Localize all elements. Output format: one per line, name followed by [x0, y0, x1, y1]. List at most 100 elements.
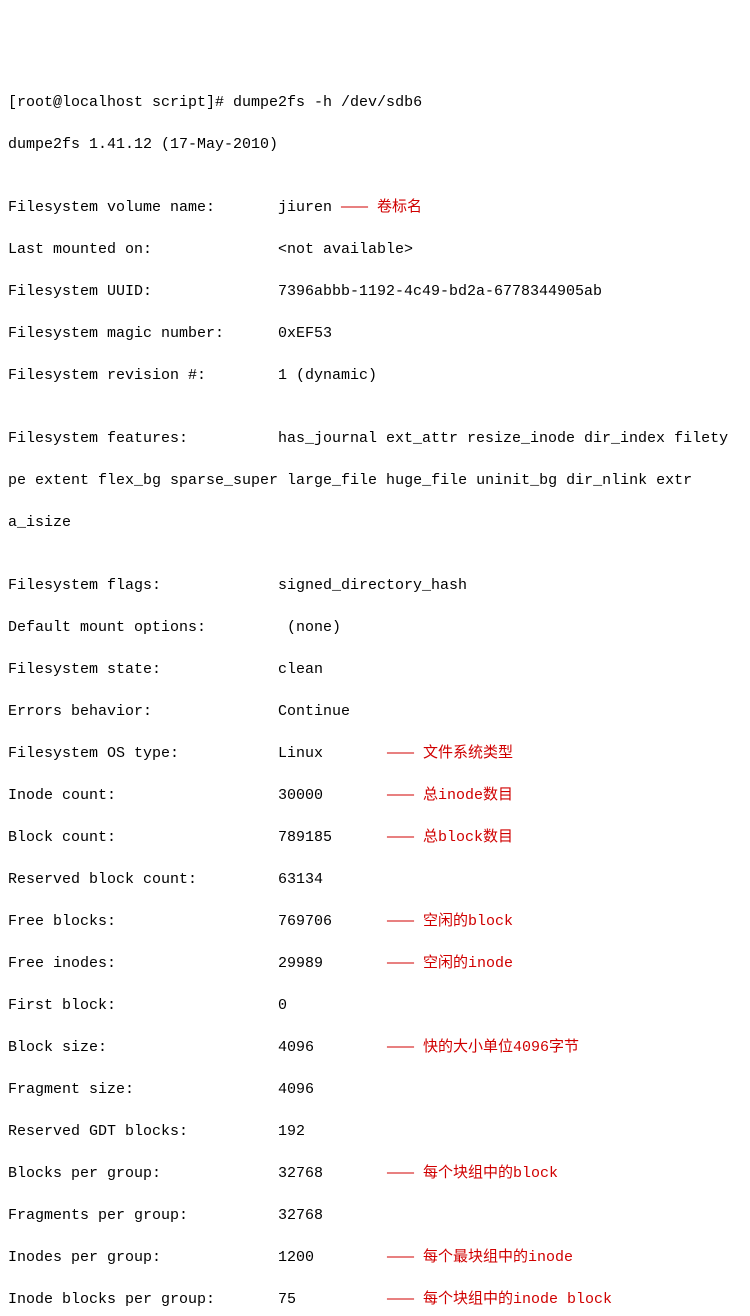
field-value: signed_directory_hash — [278, 577, 467, 594]
field-value: 0 — [278, 997, 287, 1014]
version-line: dumpe2fs 1.41.12 (17-May-2010) — [8, 134, 742, 155]
errors-behavior-row: Errors behavior:Continue — [8, 701, 742, 722]
annotation-dash: ——— — [378, 1165, 423, 1182]
annotation-text: 总inode数目 — [423, 787, 513, 804]
field-label: Fragment size: — [8, 1079, 278, 1100]
field-value: 32768 — [278, 1207, 323, 1224]
field-value: 192 — [278, 1123, 305, 1140]
terminal-prompt-line: [root@localhost script]# dumpe2fs -h /de… — [8, 92, 742, 113]
annotation-dash: ——— — [378, 829, 423, 846]
annotation-text: 总block数目 — [423, 829, 513, 846]
block-size-row: Block size:4096 ——— 快的大小单位4096字节 — [8, 1037, 742, 1058]
field-label: Fragments per group: — [8, 1205, 278, 1226]
annotation-dash: ——— — [378, 787, 423, 804]
field-label: Inode count: — [8, 785, 278, 806]
field-value: Continue — [278, 703, 350, 720]
field-label: Inode blocks per group: — [8, 1289, 278, 1310]
field-value: 1200 — [278, 1247, 378, 1268]
field-label: Filesystem flags: — [8, 575, 278, 596]
field-value: 7396abbb-1192-4c49-bd2a-6778344905ab — [278, 283, 602, 300]
annotation-dash: ——— — [378, 955, 423, 972]
field-label: Block size: — [8, 1037, 278, 1058]
block-count-row: Block count:789185 ——— 总block数目 — [8, 827, 742, 848]
first-block-row: First block:0 — [8, 995, 742, 1016]
annotation-text: 快的大小单位4096字节 — [423, 1039, 579, 1056]
annotation-text: 每个块组中的inode block — [423, 1291, 612, 1308]
annotation-dash: ——— — [378, 1249, 423, 1266]
field-label: Filesystem UUID: — [8, 281, 278, 302]
fs-features-row3: a_isize — [8, 512, 742, 533]
field-label: Inodes per group: — [8, 1247, 278, 1268]
fs-os-type-row: Filesystem OS type:Linux ——— 文件系统类型 — [8, 743, 742, 764]
field-value: jiuren — [278, 199, 332, 216]
field-label: Filesystem magic number: — [8, 323, 278, 344]
default-mount-row: Default mount options: (none) — [8, 617, 742, 638]
field-value: 30000 — [278, 785, 378, 806]
last-mounted-row: Last mounted on:<not available> — [8, 239, 742, 260]
annotation-dash: ——— — [378, 1039, 423, 1056]
field-label: Filesystem revision #: — [8, 365, 278, 386]
field-label: Default mount options: — [8, 617, 278, 638]
field-value: 4096 — [278, 1037, 378, 1058]
field-value: has_journal ext_attr resize_inode dir_in… — [278, 430, 728, 447]
field-label: Errors behavior: — [8, 701, 278, 722]
field-label: Filesystem OS type: — [8, 743, 278, 764]
field-value: (none) — [278, 619, 341, 636]
fs-features-row2: pe extent flex_bg sparse_super large_fil… — [8, 470, 742, 491]
field-value: Linux — [278, 743, 378, 764]
field-label: Filesystem features: — [8, 428, 278, 449]
free-blocks-row: Free blocks:769706 ——— 空闲的block — [8, 911, 742, 932]
fragments-per-group-row: Fragments per group:32768 — [8, 1205, 742, 1226]
reserved-gdt-row: Reserved GDT blocks:192 — [8, 1121, 742, 1142]
field-label: Free inodes: — [8, 953, 278, 974]
field-value: clean — [278, 661, 323, 678]
inodes-per-group-row: Inodes per group:1200 ——— 每个最块组中的inode — [8, 1247, 742, 1268]
annotation-dash: ——— — [378, 1291, 423, 1308]
field-label: Block count: — [8, 827, 278, 848]
version-text: dumpe2fs 1.41.12 (17-May-2010) — [8, 136, 278, 153]
field-label: First block: — [8, 995, 278, 1016]
field-value: 32768 — [278, 1163, 378, 1184]
annotation-text: 卷标名 — [377, 199, 422, 216]
annotation-text: 文件系统类型 — [423, 745, 513, 762]
field-value: 0xEF53 — [278, 325, 332, 342]
field-label: Last mounted on: — [8, 239, 278, 260]
field-value: <not available> — [278, 241, 413, 258]
field-label: Blocks per group: — [8, 1163, 278, 1184]
field-label: Reserved block count: — [8, 869, 278, 890]
field-label: Free blocks: — [8, 911, 278, 932]
field-value: 63134 — [278, 871, 323, 888]
annotation-dash: ——— — [332, 199, 377, 216]
field-value: 769706 — [278, 911, 378, 932]
field-value-cont: a_isize — [8, 514, 71, 531]
field-label: Reserved GDT blocks: — [8, 1121, 278, 1142]
terminal-prompt: [root@localhost script]# dumpe2fs -h /de… — [8, 94, 422, 111]
field-value-cont: pe extent flex_bg sparse_super large_fil… — [8, 472, 692, 489]
annotation-dash: ——— — [378, 745, 423, 762]
reserved-block-row: Reserved block count:63134 — [8, 869, 742, 890]
field-label: Filesystem volume name: — [8, 197, 278, 218]
fs-volume-row: Filesystem volume name:jiuren ——— 卷标名 — [8, 197, 742, 218]
inode-count-row: Inode count:30000 ——— 总inode数目 — [8, 785, 742, 806]
field-value: 1 (dynamic) — [278, 367, 377, 384]
fs-revision-row: Filesystem revision #:1 (dynamic) — [8, 365, 742, 386]
fs-magic-row: Filesystem magic number:0xEF53 — [8, 323, 742, 344]
annotation-text: 每个块组中的block — [423, 1165, 558, 1182]
field-label: Filesystem state: — [8, 659, 278, 680]
free-inodes-row: Free inodes:29989 ——— 空闲的inode — [8, 953, 742, 974]
field-value: 4096 — [278, 1081, 314, 1098]
annotation-text: 空闲的block — [423, 913, 513, 930]
blocks-per-group-row: Blocks per group:32768 ——— 每个块组中的block — [8, 1163, 742, 1184]
field-value: 29989 — [278, 953, 378, 974]
field-value: 789185 — [278, 827, 378, 848]
fs-flags-row: Filesystem flags:signed_directory_hash — [8, 575, 742, 596]
fs-state-row: Filesystem state:clean — [8, 659, 742, 680]
annotation-text: 空闲的inode — [423, 955, 513, 972]
fragment-size-row: Fragment size:4096 — [8, 1079, 742, 1100]
fs-uuid-row: Filesystem UUID:7396abbb-1192-4c49-bd2a-… — [8, 281, 742, 302]
field-value: 75 — [278, 1289, 378, 1310]
fs-features-row1: Filesystem features:has_journal ext_attr… — [8, 428, 742, 449]
inode-blocks-per-group-row: Inode blocks per group:75 ——— 每个块组中的inod… — [8, 1289, 742, 1310]
annotation-text: 每个最块组中的inode — [423, 1249, 573, 1266]
annotation-dash: ——— — [378, 913, 423, 930]
